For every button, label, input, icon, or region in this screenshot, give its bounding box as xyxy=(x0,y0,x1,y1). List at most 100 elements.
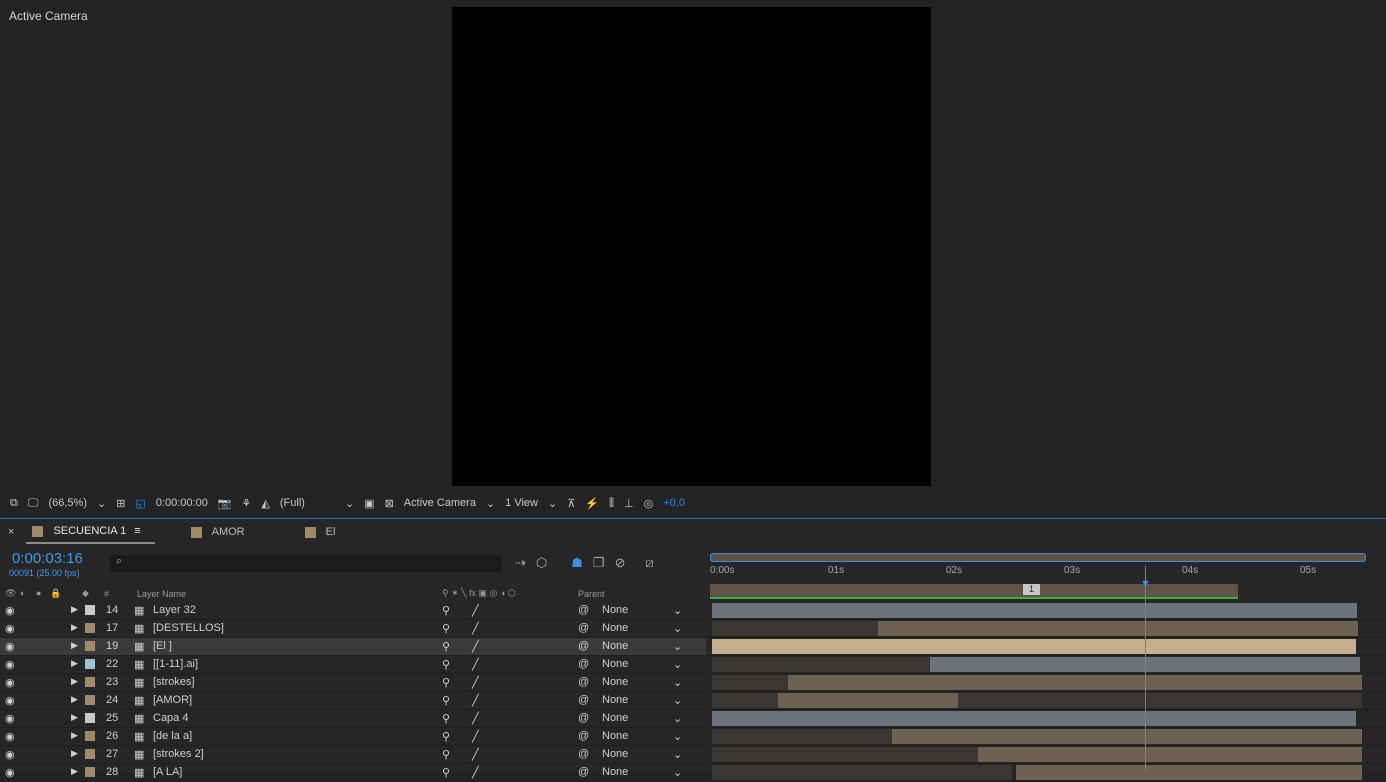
eye-icon[interactable]: ◉ xyxy=(5,748,15,761)
chevron-down-icon[interactable]: ⌄ xyxy=(486,497,495,510)
close-icon[interactable]: × xyxy=(8,526,14,538)
quality-switch-icon[interactable]: ╱ xyxy=(472,766,479,779)
eye-icon[interactable]: ◉ xyxy=(5,730,15,743)
layer-duration-bar[interactable] xyxy=(712,711,1356,726)
current-time-indicator[interactable] xyxy=(1145,566,1146,771)
label-color-swatch[interactable] xyxy=(85,659,95,669)
layer-name[interactable]: [AMOR] xyxy=(153,694,192,706)
viewer-timecode[interactable]: 0:00:00:00 xyxy=(156,497,208,509)
eye-icon[interactable]: ◉ xyxy=(5,604,15,617)
expand-triangle-icon[interactable]: ▶ xyxy=(71,640,78,651)
time-ruler[interactable]: 0:00s01s02s03s04s05s 1 ▼ xyxy=(708,551,1386,599)
comp-marker[interactable]: 1 xyxy=(1023,584,1040,595)
layer-row[interactable]: ◉ ▶ 19 ▦ [El ] ⚲ ╱ @ None ⌄ xyxy=(0,638,706,656)
chevron-down-icon[interactable]: ⌄ xyxy=(673,730,682,743)
zoom-select[interactable]: (66,5%) xyxy=(48,497,87,509)
draft-3d-icon[interactable]: ⬡ xyxy=(536,555,547,571)
layer-name[interactable]: [A LA] xyxy=(153,766,182,778)
column-layer-name[interactable]: Layer Name xyxy=(137,589,186,599)
layer-duration-bar[interactable] xyxy=(712,639,1356,654)
tab-el[interactable]: El xyxy=(299,521,350,543)
eye-icon[interactable]: ◉ xyxy=(5,694,15,707)
parent-select[interactable]: None xyxy=(602,640,628,652)
layer-search-input[interactable]: ⌕ xyxy=(110,555,502,572)
parent-select[interactable]: None xyxy=(602,622,628,634)
grid-icon[interactable]: ⊞ xyxy=(116,497,125,510)
label-color-swatch[interactable] xyxy=(85,695,95,705)
expand-triangle-icon[interactable]: ▶ xyxy=(71,658,78,669)
chevron-down-icon[interactable]: ⌄ xyxy=(673,766,682,779)
layer-duration-bar[interactable] xyxy=(958,693,1362,708)
quality-switch-icon[interactable]: ╱ xyxy=(472,712,479,725)
timeline-icon[interactable]: ⫼ xyxy=(609,497,614,510)
layer-duration-bar[interactable] xyxy=(878,621,1358,636)
chevron-down-icon[interactable]: ⌄ xyxy=(673,622,682,635)
snapshot-icon[interactable]: 📷 xyxy=(218,497,232,510)
expand-triangle-icon[interactable]: ▶ xyxy=(71,676,78,687)
chevron-down-icon[interactable]: ⌄ xyxy=(673,712,682,725)
eye-icon[interactable]: ◉ xyxy=(5,712,15,725)
layer-name[interactable]: [[1-11].ai] xyxy=(153,658,198,670)
always-preview-icon[interactable]: ⧉ xyxy=(10,497,18,510)
parent-select[interactable]: None xyxy=(602,694,628,706)
expand-triangle-icon[interactable]: ▶ xyxy=(71,694,78,705)
shy-switch-icon[interactable]: ⚲ xyxy=(442,748,450,761)
quality-switch-icon[interactable]: ╱ xyxy=(472,604,479,617)
layer-row[interactable]: ◉ ▶ 27 ▦ [strokes 2] ⚲ ╱ @ None ⌄ xyxy=(0,746,706,764)
pickwhip-icon[interactable]: @ xyxy=(578,604,589,616)
eye-icon[interactable]: ◉ xyxy=(5,640,15,653)
layer-row[interactable]: ◉ ▶ 28 ▦ [A LA] ⚲ ╱ @ None ⌄ xyxy=(0,764,706,782)
layer-row[interactable]: ◉ ▶ 22 ▦ [[1-11].ai] ⚲ ╱ @ None ⌄ xyxy=(0,656,706,674)
fast-previews-icon[interactable]: ⚡ xyxy=(585,497,599,510)
parent-select[interactable]: None xyxy=(602,604,628,616)
view-layout-select[interactable]: 1 View xyxy=(505,497,538,509)
pickwhip-icon[interactable]: @ xyxy=(578,766,589,778)
layer-name[interactable]: [El ] xyxy=(153,640,172,652)
pickwhip-icon[interactable]: @ xyxy=(578,730,589,742)
layer-duration-bar[interactable] xyxy=(712,657,930,672)
reset-exposure-icon[interactable]: ◎ xyxy=(644,497,654,510)
layer-name[interactable]: [strokes] xyxy=(153,676,195,688)
shy-switch-icon[interactable]: ⚲ xyxy=(442,640,450,653)
toggle-pixel-aspect-icon[interactable]: ⊼ xyxy=(567,497,575,510)
layer-row[interactable]: ◉ ▶ 26 ▦ [de la a] ⚲ ╱ @ None ⌄ xyxy=(0,728,706,746)
pickwhip-icon[interactable]: @ xyxy=(578,694,589,706)
layer-duration-bar[interactable] xyxy=(712,603,1357,618)
chevron-down-icon[interactable]: ⌄ xyxy=(673,640,682,653)
comp-flowchart-icon[interactable]: ⇢ xyxy=(515,555,526,571)
shy-icon[interactable]: ☗ xyxy=(571,555,583,571)
parent-select[interactable]: None xyxy=(602,658,628,670)
layer-name[interactable]: [strokes 2] xyxy=(153,748,204,760)
quality-switch-icon[interactable]: ╱ xyxy=(472,676,479,689)
eye-icon[interactable]: ◉ xyxy=(5,658,15,671)
parent-select[interactable]: None xyxy=(602,748,628,760)
menu-icon[interactable]: ≡ xyxy=(134,525,140,537)
color-channel-icon[interactable]: ◭ xyxy=(261,497,269,510)
shy-switch-icon[interactable]: ⚲ xyxy=(442,712,450,725)
shy-switch-icon[interactable]: ⚲ xyxy=(442,766,450,779)
layer-duration-bar[interactable] xyxy=(788,675,1362,690)
layer-row[interactable]: ◉ ▶ 14 ▦ Layer 32 ⚲ ╱ @ None ⌄ xyxy=(0,602,706,620)
work-area-bar[interactable] xyxy=(710,553,1366,562)
chevron-down-icon[interactable]: ⌄ xyxy=(673,694,682,707)
layer-duration-bar[interactable] xyxy=(902,747,978,762)
pickwhip-icon[interactable]: @ xyxy=(578,640,589,652)
label-color-swatch[interactable] xyxy=(85,767,95,777)
exposure-value[interactable]: +0,0 xyxy=(663,497,685,509)
chevron-down-icon[interactable]: ⌄ xyxy=(673,604,682,617)
layer-duration-bar[interactable] xyxy=(712,747,902,762)
frame-blend-icon[interactable]: ❐ xyxy=(593,555,605,571)
mask-icon[interactable]: ◱ xyxy=(135,497,145,510)
chevron-down-icon[interactable]: ⌄ xyxy=(673,748,682,761)
camera-select[interactable]: Active Camera xyxy=(404,497,476,509)
layer-duration-bar[interactable] xyxy=(1016,765,1362,780)
eye-icon[interactable]: ◉ xyxy=(5,622,15,635)
tab-secuencia-1[interactable]: SECUENCIA 1 ≡ xyxy=(26,520,155,544)
motion-blur-icon[interactable]: ⊘ xyxy=(615,555,626,571)
work-area-range[interactable] xyxy=(710,584,1238,598)
transparency-grid-icon[interactable]: ⊠ xyxy=(385,497,394,510)
quality-switch-icon[interactable]: ╱ xyxy=(472,748,479,761)
layer-name[interactable]: [de la a] xyxy=(153,730,192,742)
layer-row[interactable]: ◉ ▶ 24 ▦ [AMOR] ⚲ ╱ @ None ⌄ xyxy=(0,692,706,710)
shy-switch-icon[interactable]: ⚲ xyxy=(442,676,450,689)
